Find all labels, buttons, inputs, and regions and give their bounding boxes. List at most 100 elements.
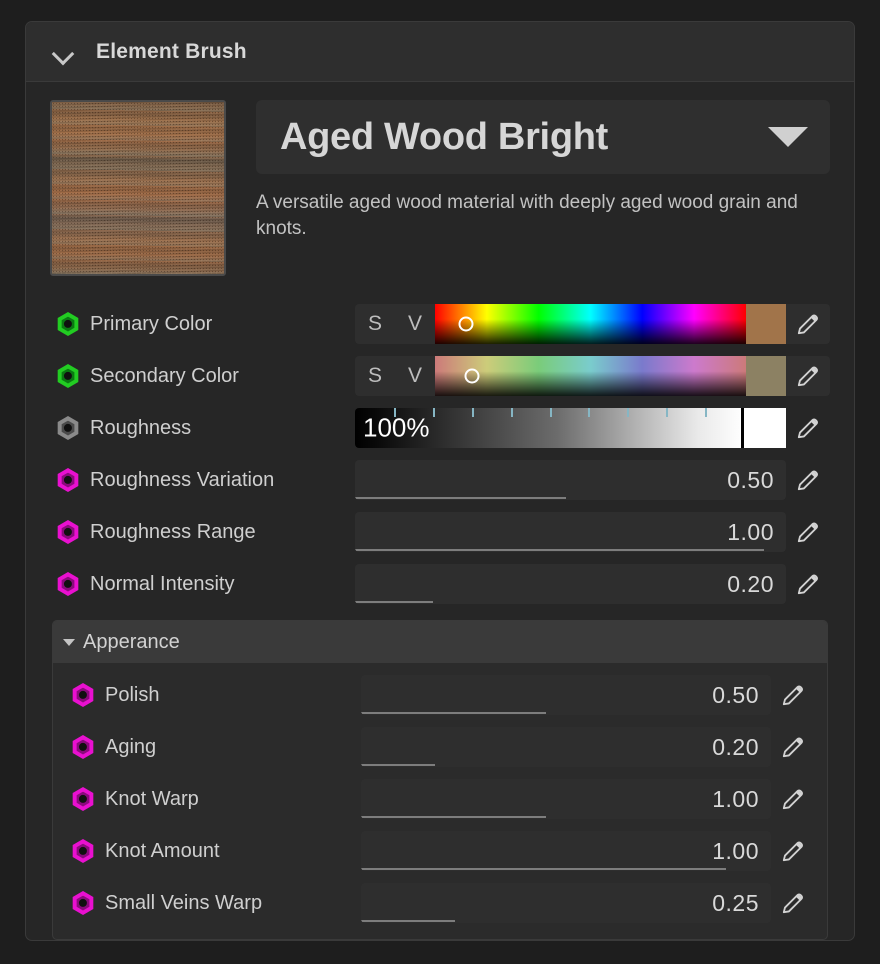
saturation-button[interactable]: S [355,312,395,336]
property-name: Polish [105,683,160,706]
triangle-down-icon[interactable] [63,638,75,646]
slider-value: 0.25 [712,889,759,916]
caret-down-icon[interactable] [768,127,808,147]
property-label-secondary-color: Secondary Color [50,364,355,388]
pencil-icon[interactable] [771,727,815,767]
pencil-icon[interactable] [786,408,830,448]
property-row-aging: Aging 0.20 [63,721,815,773]
slider-fill [361,764,435,766]
pencil-icon[interactable] [771,779,815,819]
slider-value: 1.00 [712,837,759,864]
property-row-knot-amount: Knot Amount 1.00 [63,825,815,877]
element-brush-panel: Element Brush Aged Wood Bright A versati… [25,21,855,941]
pencil-icon[interactable] [786,512,830,552]
slider-aging[interactable]: 0.20 [361,727,771,767]
color-gradient-primary[interactable] [435,304,746,344]
page-title: Element Brush [96,39,247,63]
value-button[interactable]: V [395,364,435,388]
ramp-cursor[interactable] [741,408,744,448]
group-header-apperance[interactable]: Apperance [53,621,827,663]
property-label-polish: Polish [63,683,361,707]
slider-fill [361,920,456,922]
property-label-roughness-variation: Roughness Variation [50,468,355,492]
color-marker[interactable] [458,316,474,332]
property-label-aging: Aging [63,735,361,759]
ramp-tick [705,408,708,417]
pencil-icon[interactable] [786,564,830,604]
slider-fill [355,497,567,499]
pencil-icon[interactable] [786,460,830,500]
property-label-normal-intensity: Normal Intensity [50,572,355,596]
property-row-small-veins-warp: Small Veins Warp 0.25 [63,877,815,929]
color-marker[interactable] [464,368,480,384]
pencil-icon[interactable] [771,831,815,871]
value-button[interactable]: V [395,312,435,336]
hexagon-magenta-icon [56,468,80,492]
slider-fill [361,712,546,714]
pencil-icon[interactable] [786,304,830,344]
material-select[interactable]: Aged Wood Bright [256,100,830,174]
pencil-icon[interactable] [786,356,830,396]
property-label-knot-amount: Knot Amount [63,839,361,863]
color-gradient-secondary[interactable] [435,356,746,396]
slider-knot-amount[interactable]: 1.00 [361,831,771,871]
color-field-primary[interactable]: S V [355,304,830,344]
property-name: Knot Warp [105,787,199,810]
roughness-gradient[interactable]: 100% [355,408,744,448]
slider-fill [361,816,546,818]
slider-fill [361,868,726,870]
property-row-roughness: Roughness 100% [50,402,830,454]
slider-value: 1.00 [712,785,759,812]
chevron-down-icon[interactable] [50,39,76,65]
slider-roughness-variation[interactable]: 0.50 [355,460,786,500]
roughness-swatch[interactable] [744,408,786,448]
slider-value: 0.50 [727,466,774,493]
slider-normal-intensity[interactable]: 0.20 [355,564,786,604]
hexagon-magenta-icon [71,735,95,759]
slider-roughness-range[interactable]: 1.00 [355,512,786,552]
ramp-tick [471,408,474,417]
hexagon-green-icon [56,364,80,388]
hexagon-gray-icon [56,416,80,440]
property-name: Roughness [90,416,192,439]
material-header: Aged Wood Bright A versatile aged wood m… [50,100,830,276]
property-name: Aging [105,735,157,758]
property-row-roughness-range: Roughness Range 1.00 [50,506,830,558]
slider-value: 0.20 [712,733,759,760]
property-row-secondary-color: Secondary Color S V [50,350,830,402]
property-name: Small Veins Warp [105,891,263,914]
saturation-button[interactable]: S [355,364,395,388]
material-description: A versatile aged wood material with deep… [256,192,798,239]
color-field-secondary[interactable]: S V [355,356,830,396]
roughness-value: 100% [363,412,430,443]
property-name: Roughness Range [90,520,256,543]
roughness-ramp-field[interactable]: 100% [355,408,830,448]
wood-speckle-texture [52,102,224,274]
material-info: Aged Wood Bright A versatile aged wood m… [256,100,830,241]
hexagon-magenta-icon [56,572,80,596]
value-shading [435,356,746,396]
pencil-icon[interactable] [771,675,815,715]
ramp-tick [627,408,630,417]
panel-header[interactable]: Element Brush [26,22,854,82]
slider-fill [355,601,433,603]
hexagon-magenta-icon [71,787,95,811]
hexagon-magenta-icon [56,520,80,544]
color-swatch-primary[interactable] [746,304,786,344]
property-name: Roughness Variation [90,468,275,491]
property-label-roughness: Roughness [50,416,355,440]
slider-polish[interactable]: 0.50 [361,675,771,715]
material-thumbnail[interactable] [50,100,226,276]
property-rows: Primary Color S V Secondary Color S V Ro… [50,298,830,610]
slider-knot-warp[interactable]: 1.00 [361,779,771,819]
hexagon-magenta-icon [71,683,95,707]
group-body-apperance: Polish 0.50 Aging 0.20 Knot Warp 1.00 Kn… [53,663,827,939]
slider-value: 0.20 [727,570,774,597]
slider-small-veins-warp[interactable]: 0.25 [361,883,771,923]
pencil-icon[interactable] [771,883,815,923]
property-name: Knot Amount [105,839,220,862]
color-swatch-secondary[interactable] [746,356,786,396]
property-label-roughness-range: Roughness Range [50,520,355,544]
property-label-small-veins-warp: Small Veins Warp [63,891,361,915]
hexagon-magenta-icon [71,891,95,915]
